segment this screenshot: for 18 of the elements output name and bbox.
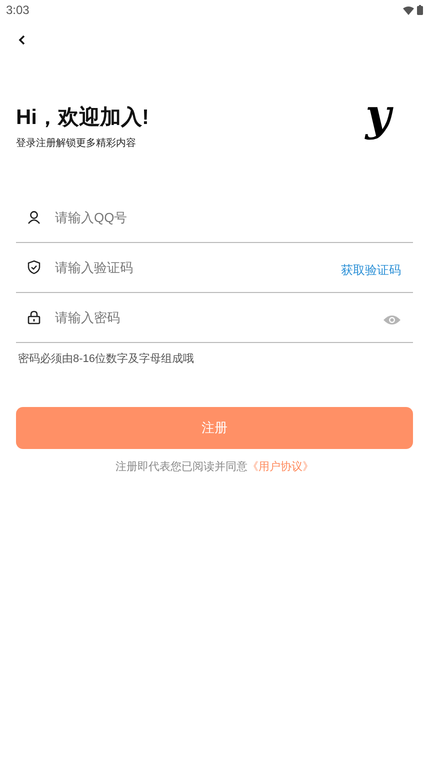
input-field[interactable]: 请输入验证码 [55,258,341,278]
logo: y [365,92,391,140]
register-button[interactable]: 注册 [16,406,413,448]
user-agreement-link[interactable]: 《用户协议》 [248,458,314,475]
input-field[interactable]: 请输入密码 [55,308,383,328]
agreement-text: 注册即代表您已阅读并同意 [116,460,248,474]
back-icon [18,35,26,45]
welcome-title: Hi，欢迎加入! [16,104,149,131]
person-icon [27,210,41,225]
welcome-subtitle: 登录注册解锁更多精彩内容 [16,136,137,151]
battery-icon [417,5,423,15]
shield-icon [27,260,41,275]
password-hint: 密码必须由8-16位数字及字母组成哦 [17,352,196,367]
get-code-button[interactable]: 获取验证码 [341,260,401,278]
status-time: 3:03 [6,2,30,19]
input-field[interactable]: 请输入QQ号 [55,208,401,228]
lock-icon [27,310,41,325]
wifi-icon [403,6,414,14]
